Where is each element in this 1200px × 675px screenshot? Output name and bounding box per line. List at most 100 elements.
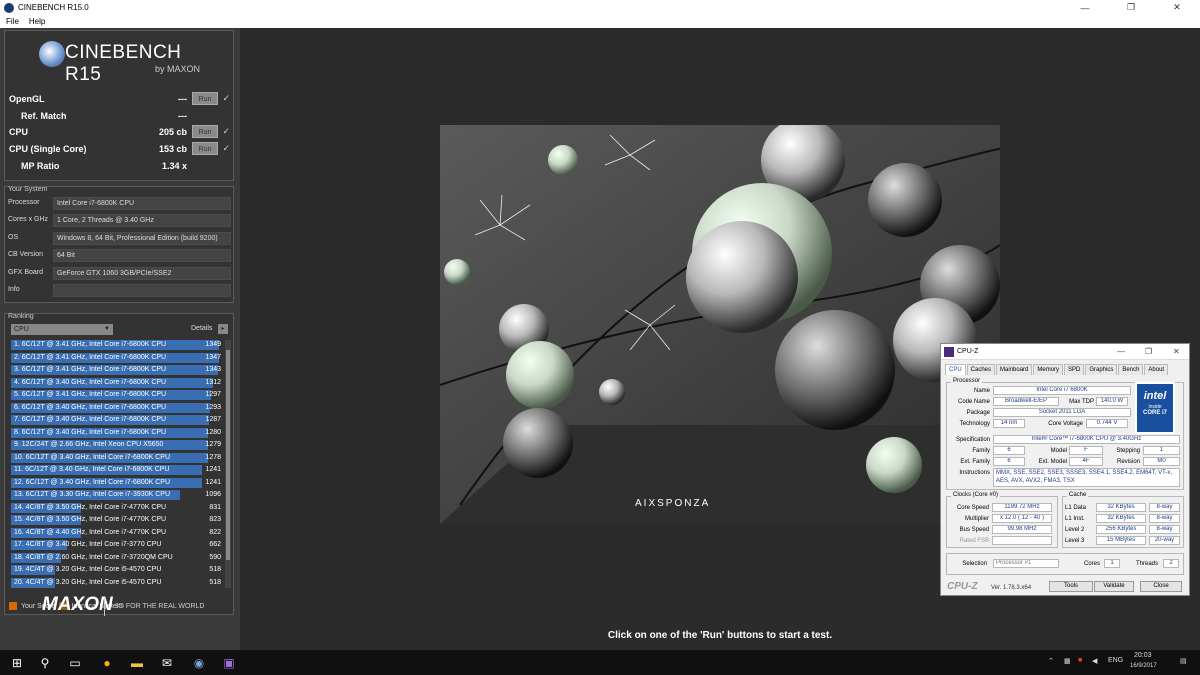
ranking-row-label: 15. 4C/8T @ 3.50 GHz, Intel Core i7-4770…: [14, 516, 167, 523]
tab-mainboard[interactable]: Mainboard: [996, 364, 1033, 375]
tab-caches[interactable]: Caches: [966, 364, 996, 375]
tools-button[interactable]: Tools: [1049, 581, 1093, 592]
cpuz-minimize-button[interactable]: —: [1117, 347, 1125, 356]
ranking-row[interactable]: 8. 6C/12T @ 3.40 GHz, Intel Core i7-6800…: [11, 427, 223, 439]
test-label: MP Ratio: [21, 161, 60, 171]
close-button[interactable]: ✕: [1154, 0, 1200, 15]
ranking-type-dropdown[interactable]: CPU ▼: [11, 324, 113, 335]
menu-help[interactable]: Help: [29, 17, 45, 26]
clock-time[interactable]: 20:03: [1134, 652, 1152, 659]
system-value: GeForce GTX 1060 3GB/PCIe/SSE2: [53, 267, 231, 280]
processor-select[interactable]: Processor #1: [993, 559, 1059, 568]
tab-memory[interactable]: Memory: [1033, 364, 1064, 375]
level2-size: 256 KBytes: [1096, 525, 1146, 534]
ranking-row[interactable]: 17. 4C/8T @ 3.40 GHz, Intel Core i7-3770…: [11, 539, 223, 551]
notifications-icon[interactable]: ▤: [1180, 657, 1187, 665]
system-key: Processor: [8, 199, 40, 206]
windows-start-icon[interactable]: ⊞: [2, 650, 32, 675]
system-row: Processor Intel Core i7-6800K CPU: [5, 196, 233, 211]
ranking-row[interactable]: 16. 4C/8T @ 4.40 GHz, Intel Core i7-4770…: [11, 527, 223, 539]
field-label: Family: [972, 448, 990, 454]
alert-icon[interactable]: ■: [1078, 657, 1082, 664]
test-row-opengl: OpenGL --- Run ✓: [5, 92, 233, 106]
ranking-row[interactable]: 2. 6C/12T @ 3.41 GHz, Intel Core i7-6800…: [11, 352, 223, 364]
clock-date[interactable]: 16/9/2017: [1130, 663, 1157, 669]
field-label: Model: [1050, 448, 1067, 454]
system-value: Intel Core i7-6800K CPU: [53, 197, 231, 210]
menu-file[interactable]: File: [6, 17, 19, 26]
ranking-row-score: 831: [209, 503, 221, 511]
chrome-icon[interactable]: ●: [92, 650, 122, 675]
intel-core: CORE i7: [1142, 410, 1167, 416]
system-key: Cores x GHz: [8, 216, 49, 223]
bus-speed-value: 99.98 MHz: [992, 525, 1052, 534]
ranking-row[interactable]: 1. 6C/12T @ 3.41 GHz, Intel Core i7-6800…: [11, 339, 223, 351]
ranking-row[interactable]: 4. 6C/12T @ 3.40 GHz, Intel Core i7-6800…: [11, 377, 223, 389]
task-view-icon[interactable]: ▭: [60, 650, 90, 675]
network-icon[interactable]: ▦: [1064, 657, 1071, 665]
tab-spd[interactable]: SPD: [1064, 364, 1085, 375]
ranking-row[interactable]: 11. 6C/12T @ 3.40 GHz, Intel Core i7-680…: [11, 464, 223, 476]
details-arrow-icon[interactable]: ▸: [218, 324, 228, 334]
tab-bench[interactable]: Bench: [1118, 364, 1144, 375]
tray-up-arrow-icon[interactable]: ⌃: [1048, 657, 1054, 665]
cpuz-taskbar-icon[interactable]: ▣: [214, 650, 244, 675]
mail-icon[interactable]: ✉: [152, 650, 182, 675]
scrollbar-thumb[interactable]: [226, 350, 230, 560]
ranking-row[interactable]: 13. 6C/12T @ 3.30 GHz, Intel Core i7-393…: [11, 489, 223, 501]
ranking-row[interactable]: 10. 6C/12T @ 3.40 GHz, Intel Core i7-680…: [11, 452, 223, 464]
cpuz-close-btn[interactable]: Close: [1140, 581, 1182, 592]
search-icon[interactable]: ⚲: [30, 650, 60, 675]
ranking-row[interactable]: 9. 12C/24T @ 2.66 GHz, Intel Xeon CPU X5…: [11, 439, 223, 451]
language-indicator[interactable]: ENG: [1108, 657, 1123, 664]
cinebench-taskbar-icon[interactable]: ◉: [184, 650, 214, 675]
test-label: Ref. Match: [21, 111, 67, 121]
render-watermark: AIXSPONZA: [635, 498, 711, 509]
ranking-row[interactable]: 19. 4C/4T @ 3.20 GHz, Intel Core i5-4570…: [11, 564, 223, 576]
ranking-row[interactable]: 6. 6C/12T @ 3.40 GHz, Intel Core i7-6800…: [11, 402, 223, 414]
check-icon: ✓: [222, 143, 230, 153]
level3-ways: 20-way: [1149, 536, 1180, 545]
left-pane: CINEBENCH R15 by MAXON OpenGL --- Run ✓ …: [0, 28, 240, 650]
ranking-row-score: 1280: [205, 428, 221, 436]
package-value: Socket 2011 LGA: [993, 408, 1131, 417]
ranking-row[interactable]: 7. 6C/12T @ 3.40 GHz, Intel Core i7-6800…: [11, 414, 223, 426]
taskbar: ⊞ ⚲ ▭ ● ▬ ✉ ◉ ▣ ⌃ ▦ ■ ◀ ENG 20:03 16/9/2…: [0, 650, 1200, 675]
ranking-row[interactable]: 14. 4C/8T @ 3.50 GHz, Intel Core i7-4770…: [11, 502, 223, 514]
threads-value: 2: [1163, 559, 1179, 568]
ranking-row[interactable]: 18. 4C/8T @ 2.60 GHz, Intel Core i7-3720…: [11, 552, 223, 564]
ranking-row[interactable]: 15. 4C/8T @ 3.50 GHz, Intel Core i7-4770…: [11, 514, 223, 526]
run-cpu-button[interactable]: Run: [192, 125, 218, 138]
maximize-button[interactable]: ❐: [1108, 0, 1154, 15]
validate-button[interactable]: Validate: [1094, 581, 1134, 592]
title-bar: CINEBENCH R15.0 — ❐ ✕: [0, 0, 1200, 15]
ranking-row-label: 3. 6C/12T @ 3.41 GHz, Intel Core i7-6800…: [14, 366, 167, 373]
test-row-cpu: CPU 205 cb Run ✓: [5, 125, 233, 139]
tab-graphics[interactable]: Graphics: [1085, 364, 1118, 375]
logo-by: by MAXON: [155, 64, 201, 74]
file-explorer-icon[interactable]: ▬: [122, 650, 152, 675]
details-toggle[interactable]: Details ▸: [191, 324, 228, 334]
run-cpu-single-button[interactable]: Run: [192, 142, 218, 155]
ranking-row[interactable]: 3. 6C/12T @ 3.41 GHz, Intel Core i7-6800…: [11, 364, 223, 376]
cpuz-maximize-button[interactable]: ❐: [1145, 347, 1152, 356]
ranking-row[interactable]: 20. 4C/4T @ 3.20 GHz, Intel Core i5-4570…: [11, 577, 223, 589]
test-value: 1.34 x: [161, 161, 187, 171]
info-field[interactable]: [53, 284, 231, 297]
field-label: Specification: [955, 437, 990, 443]
ranking-row-label: 16. 4C/8T @ 4.40 GHz, Intel Core i7-4770…: [14, 528, 167, 536]
model-value: F: [1069, 446, 1103, 455]
volume-icon[interactable]: ◀: [1092, 657, 1097, 665]
cpuz-close-button[interactable]: ✕: [1173, 347, 1180, 356]
minimize-button[interactable]: —: [1062, 0, 1108, 15]
tab-cpu[interactable]: CPU: [945, 364, 966, 375]
ranking-row[interactable]: 5. 6C/12T @ 3.41 GHz, Intel Core i7-6800…: [11, 389, 223, 401]
ranking-scrollbar[interactable]: [225, 340, 231, 588]
cpuz-tabs: CPU Caches Mainboard Memory SPD Graphics…: [945, 364, 1169, 375]
run-opengl-button[interactable]: Run: [192, 92, 218, 105]
ranking-row-label: 9. 12C/24T @ 2.66 GHz, Intel Xeon CPU X5…: [14, 441, 164, 448]
tab-about[interactable]: About: [1144, 364, 1169, 375]
ranking-row[interactable]: 12. 6C/12T @ 3.40 GHz, Intel Core i7-680…: [11, 477, 223, 489]
system-value: Windows 8, 64 Bit, Professional Edition …: [53, 232, 231, 245]
ranking-row-score: 1312: [205, 378, 221, 386]
